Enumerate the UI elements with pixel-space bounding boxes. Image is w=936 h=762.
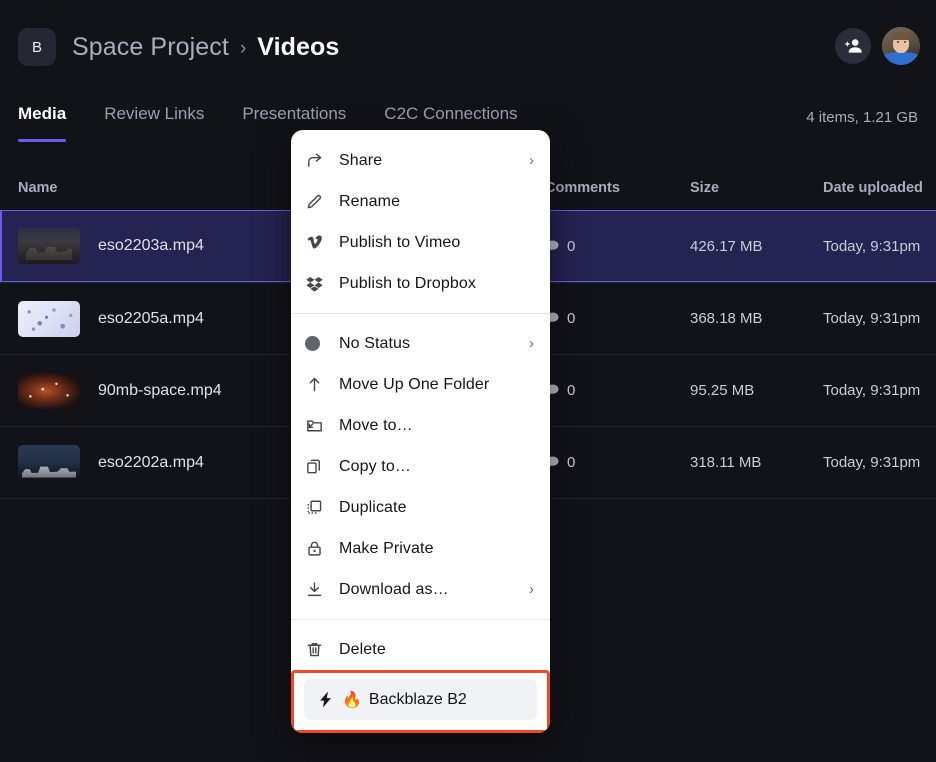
app-window: B Space Project › Videos Media Review Li…	[0, 0, 936, 762]
file-name: 90mb-space.mp4	[98, 381, 222, 399]
lightning-bolt-icon	[308, 690, 342, 709]
column-header-comments[interactable]: Comments	[545, 180, 690, 196]
comment-count: 0	[567, 382, 576, 399]
duplicate-icon	[305, 498, 339, 517]
menu-divider	[291, 313, 550, 314]
menu-item-delete[interactable]: Delete	[291, 629, 550, 670]
date-uploaded: Today, 9:31pm	[823, 382, 921, 399]
menu-item-label: Copy to…	[339, 457, 411, 475]
avatar-shirt	[882, 52, 920, 65]
menu-item-label: Share	[339, 151, 383, 169]
tab-media[interactable]: Media	[18, 104, 67, 142]
file-thumbnail	[18, 372, 80, 409]
date-uploaded: Today, 9:31pm	[823, 310, 921, 327]
context-menu: Share › Rename Publish to Vimeo Publish …	[291, 130, 550, 733]
trash-icon	[305, 640, 339, 659]
tab-review-links[interactable]: Review Links	[104, 104, 204, 142]
breadcrumb-parent[interactable]: Space Project	[72, 33, 229, 62]
menu-item-backblaze-b2[interactable]: 🔥 Backblaze B2	[304, 679, 537, 720]
file-name: eso2202a.mp4	[98, 453, 204, 471]
vimeo-icon	[305, 233, 339, 252]
items-summary: 4 items, 1.21 GB	[806, 109, 918, 126]
menu-item-download-as[interactable]: Download as… ›	[291, 569, 550, 610]
avatar-eye-right	[904, 41, 906, 43]
chevron-right-icon: ›	[529, 581, 534, 598]
comment-count: 0	[567, 237, 576, 255]
column-header-date-uploaded[interactable]: Date uploaded	[823, 180, 936, 196]
app-header: B Space Project › Videos	[0, 0, 936, 95]
file-name: eso2205a.mp4	[98, 309, 204, 327]
pencil-icon	[305, 192, 339, 211]
comments-cell: 0	[545, 454, 690, 471]
file-thumbnail	[18, 444, 80, 481]
menu-item-label: Make Private	[339, 539, 434, 557]
arrow-up-icon	[305, 375, 339, 394]
menu-item-make-private[interactable]: Make Private	[291, 528, 550, 569]
menu-item-label: Publish to Vimeo	[339, 233, 461, 251]
status-dot-icon	[305, 336, 339, 351]
dropbox-icon	[305, 274, 339, 293]
chevron-right-icon: ›	[529, 152, 534, 169]
menu-item-label: Duplicate	[339, 498, 407, 516]
menu-item-label: Move Up One Folder	[339, 375, 490, 393]
menu-item-label: Move to…	[339, 416, 413, 434]
file-size: 95.25 MB	[690, 382, 755, 399]
backblaze-highlight-box: 🔥 Backblaze B2	[291, 670, 550, 733]
date-uploaded: Today, 9:31pm	[823, 454, 921, 471]
share-arrow-icon	[305, 151, 339, 170]
comments-cell: 0	[545, 382, 690, 399]
file-thumbnail	[18, 300, 80, 337]
file-size: 368.18 MB	[690, 310, 763, 327]
file-size: 318.11 MB	[690, 454, 762, 471]
menu-divider	[291, 619, 550, 620]
header-actions	[835, 27, 920, 65]
comment-count: 0	[567, 454, 576, 471]
column-header-size[interactable]: Size	[690, 180, 823, 196]
menu-item-move-up-one-folder[interactable]: Move Up One Folder	[291, 364, 550, 405]
chevron-right-icon: ›	[529, 335, 534, 352]
menu-item-copy-to[interactable]: Copy to…	[291, 446, 550, 487]
menu-item-label: Backblaze B2	[368, 690, 467, 708]
move-folder-icon	[305, 416, 339, 435]
menu-item-duplicate[interactable]: Duplicate	[291, 487, 550, 528]
lock-icon	[305, 539, 339, 558]
date-uploaded: Today, 9:31pm	[823, 237, 921, 255]
avatar-eye-left	[897, 41, 899, 43]
menu-item-label: Delete	[339, 640, 386, 658]
comments-cell: 0	[545, 238, 690, 255]
menu-item-move-to[interactable]: Move to…	[291, 405, 550, 446]
file-size: 426.17 MB	[690, 237, 763, 255]
project-badge[interactable]: B	[18, 28, 56, 66]
page-title: Videos	[257, 32, 340, 61]
add-person-icon	[844, 39, 862, 53]
menu-item-label: No Status	[339, 334, 411, 352]
comments-cell: 0	[545, 310, 690, 327]
copy-icon	[305, 457, 339, 476]
chevron-right-icon: ›	[239, 37, 247, 59]
menu-item-label: Publish to Dropbox	[339, 274, 476, 292]
menu-item-label: Download as…	[339, 580, 449, 598]
fire-emoji-icon: 🔥	[342, 691, 362, 709]
breadcrumb: B Space Project › Videos	[18, 28, 339, 66]
avatar[interactable]	[882, 27, 920, 65]
menu-item-label: Rename	[339, 192, 401, 210]
breadcrumb-trail: Space Project › Videos	[72, 33, 339, 62]
menu-item-publish-to-vimeo[interactable]: Publish to Vimeo	[291, 222, 550, 263]
file-name: eso2203a.mp4	[98, 237, 204, 254]
file-thumbnail	[18, 228, 80, 264]
add-person-button[interactable]	[835, 28, 871, 64]
comment-count: 0	[567, 310, 576, 327]
menu-item-publish-to-dropbox[interactable]: Publish to Dropbox	[291, 263, 550, 304]
avatar-hair	[892, 32, 910, 40]
download-icon	[305, 580, 339, 599]
menu-item-share[interactable]: Share ›	[291, 140, 550, 181]
menu-item-rename[interactable]: Rename	[291, 181, 550, 222]
status-dot	[305, 336, 320, 351]
menu-item-no-status[interactable]: No Status ›	[291, 323, 550, 364]
